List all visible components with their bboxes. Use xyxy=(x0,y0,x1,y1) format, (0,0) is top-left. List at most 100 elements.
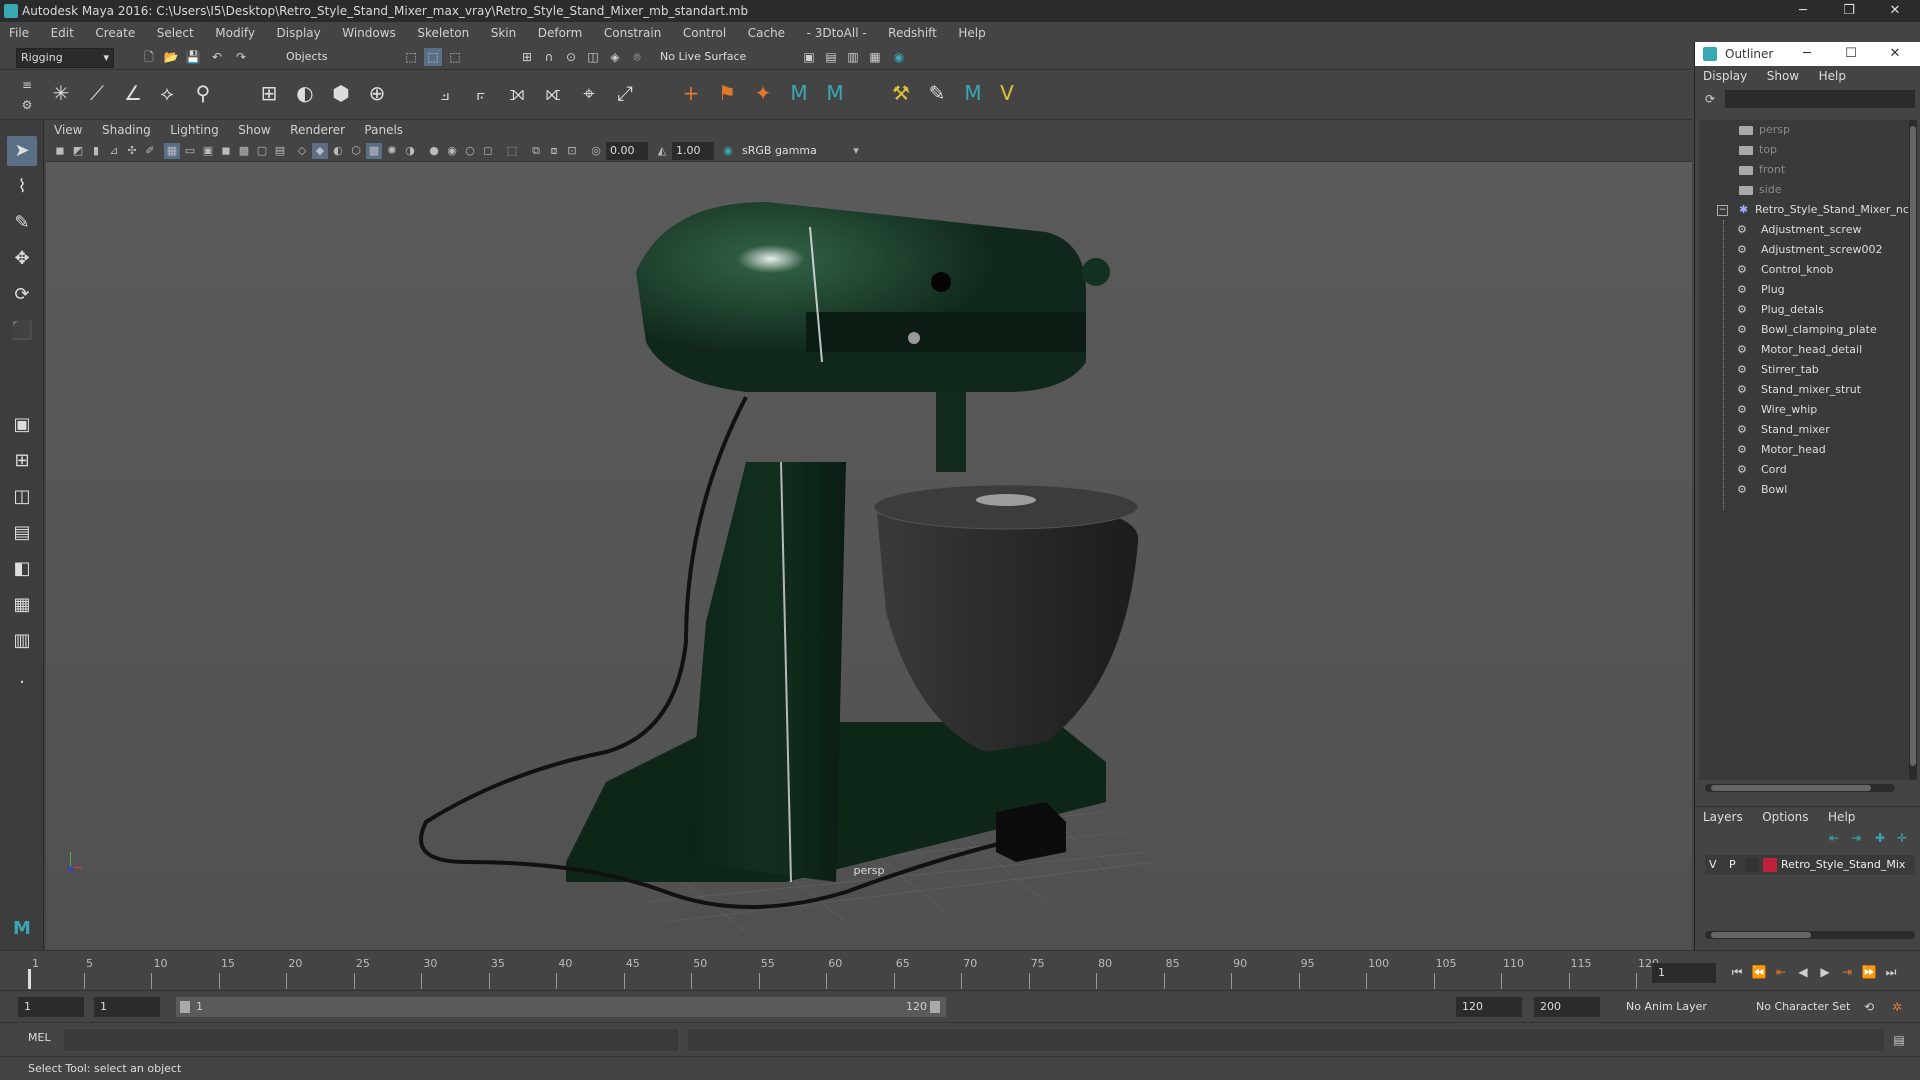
select-tool-icon[interactable]: ➤ xyxy=(7,136,37,166)
xray-joints-icon[interactable]: ⧈ xyxy=(546,143,562,159)
vp-menu-lighting[interactable]: Lighting xyxy=(162,120,227,140)
range-end-handle[interactable] xyxy=(930,1001,940,1013)
point-constraint-icon[interactable]: ⟓ xyxy=(430,78,460,108)
safe-action-icon[interactable]: ▢ xyxy=(254,143,270,159)
menu-help[interactable]: Help xyxy=(949,22,994,44)
move-layer-up-icon[interactable]: ⇤ xyxy=(1825,829,1843,847)
xray-icon[interactable]: ⧉ xyxy=(528,143,544,159)
maya-logo-tool-2-icon[interactable]: M xyxy=(820,78,850,108)
render-view-icon[interactable]: ▣ xyxy=(800,48,818,66)
maya-logo-tool-icon[interactable]: M xyxy=(784,78,814,108)
menu-modify[interactable]: Modify xyxy=(206,22,264,44)
redo-icon[interactable]: ↷ xyxy=(232,48,250,66)
grease-pencil-icon[interactable]: ✐ xyxy=(142,143,158,159)
outliner-item-adjustment-screw002[interactable]: ⚙ Adjustment_screw002 xyxy=(1699,240,1909,260)
menu-display[interactable]: Display xyxy=(268,22,330,44)
persp-outliner-view-icon[interactable]: ◧ xyxy=(7,554,37,584)
outliner-item-adjustment-screw[interactable]: ⚙ Adjustment_screw xyxy=(1699,220,1909,240)
scrollbar-thumb[interactable] xyxy=(1910,126,1916,766)
play-forward-icon[interactable]: ▶ xyxy=(1816,963,1834,981)
use-all-lights-icon[interactable]: ✺ xyxy=(384,143,400,159)
orient-constraint-icon[interactable]: ⟕ xyxy=(502,78,532,108)
bookmark-icon[interactable]: ▮ xyxy=(88,143,104,159)
menu-edit[interactable]: Edit xyxy=(42,22,83,44)
shadows-icon[interactable]: ◑ xyxy=(402,143,418,159)
step-forward-key-icon[interactable]: ⏩ xyxy=(1860,963,1878,981)
film-gate-icon[interactable]: ▭ xyxy=(182,143,198,159)
viewport-scene[interactable]: persp xyxy=(46,162,1692,950)
menu-file[interactable]: File xyxy=(0,22,38,44)
layer-name[interactable]: Retro_Style_Stand_Mix xyxy=(1781,855,1905,875)
menu-cache[interactable]: Cache xyxy=(739,22,794,44)
layer-color-swatch[interactable] xyxy=(1763,858,1777,872)
color-space-dropdown[interactable]: sRGB gamma xyxy=(738,142,846,160)
undo-icon[interactable]: ↶ xyxy=(208,48,226,66)
render-settings-icon[interactable]: ▦ xyxy=(866,48,884,66)
scrollbar-thumb[interactable] xyxy=(1711,932,1811,938)
scale-constraint-icon[interactable]: ⟖ xyxy=(538,78,568,108)
outliner-search-field[interactable] xyxy=(1725,90,1915,108)
outliner-item-plug[interactable]: ⚙ Plug xyxy=(1699,280,1909,300)
hypershade-icon[interactable]: ◉ xyxy=(890,48,908,66)
depth-of-field-icon[interactable]: ◻ xyxy=(480,143,496,159)
camera-attrs-icon[interactable]: ◩ xyxy=(70,143,86,159)
current-frame-field[interactable]: 1 xyxy=(1652,963,1716,983)
command-input[interactable] xyxy=(64,1029,678,1051)
ipr-render-icon[interactable]: ▥ xyxy=(844,48,862,66)
xray-components-icon[interactable]: ⊡ xyxy=(564,143,580,159)
outliner-group-row[interactable]: − ✱ Retro_Style_Stand_Mixer_ncl xyxy=(1699,200,1912,220)
wireframe-icon[interactable]: ◇ xyxy=(294,143,310,159)
v-tool-icon[interactable]: V xyxy=(992,78,1022,108)
restore-button[interactable]: ❐ xyxy=(1826,0,1872,22)
quick-rig-icon[interactable]: ⚒ xyxy=(886,78,916,108)
make-live-icon[interactable]: ⌾ xyxy=(628,48,646,66)
move-layer-down-icon[interactable]: ⇥ xyxy=(1847,829,1865,847)
menu-skin[interactable]: Skin xyxy=(482,22,526,44)
shelf-settings-icon[interactable]: ⚙ xyxy=(18,96,36,114)
step-forward-frame-icon[interactable]: ⇥ xyxy=(1838,963,1856,981)
outliner-item-motor-head[interactable]: ⚙ Motor_head xyxy=(1699,440,1909,460)
ik-spline-icon[interactable]: ∠ xyxy=(118,78,148,108)
play-backward-icon[interactable]: ◀ xyxy=(1794,963,1812,981)
ik-handle-icon[interactable]: ⟋ xyxy=(82,78,112,108)
anim-layer-dropdown[interactable]: No Anim Layer xyxy=(1620,997,1744,1017)
script-language-label[interactable]: MEL xyxy=(28,1031,51,1044)
parent-constraint-icon[interactable]: ⌖ xyxy=(574,78,604,108)
screen-space-ao-icon[interactable]: ● xyxy=(426,143,442,159)
gate-mask-icon[interactable]: ◼ xyxy=(218,143,234,159)
open-scene-icon[interactable]: 📂 xyxy=(162,48,180,66)
rig-tool-icon[interactable]: ✎ xyxy=(922,78,952,108)
vp-menu-show[interactable]: Show xyxy=(230,120,278,140)
textured-icon[interactable]: ▩ xyxy=(366,143,382,159)
aim-constraint-icon[interactable]: ⟔ xyxy=(466,78,496,108)
hik-character-icon[interactable]: ✦ xyxy=(748,78,778,108)
outliner-item-bowl[interactable]: ⚙ Bowl xyxy=(1699,480,1909,500)
grid-icon[interactable]: ▦ xyxy=(164,143,180,159)
render-current-icon[interactable]: ▤ xyxy=(822,48,840,66)
outliner-vertical-scrollbar[interactable] xyxy=(1909,120,1917,780)
insert-joint-icon[interactable]: ⟡ xyxy=(152,78,182,108)
preferences-icon[interactable]: ✲ xyxy=(1888,998,1906,1016)
vp-menu-view[interactable]: View xyxy=(46,120,90,140)
layer-row[interactable]: V P Retro_Style_Stand_Mix xyxy=(1705,855,1915,875)
snap-surface-icon[interactable]: ◈ xyxy=(606,48,624,66)
snap-point-icon[interactable]: ⊙ xyxy=(562,48,580,66)
lasso-tool-icon[interactable]: ⌇ xyxy=(7,172,37,202)
exposure-icon[interactable]: ◎ xyxy=(588,143,604,159)
layer-visibility-toggle[interactable]: V xyxy=(1709,855,1717,875)
layer-playback-toggle[interactable]: P xyxy=(1729,855,1736,875)
outliner-item-wire-whip[interactable]: ⚙ Wire_whip xyxy=(1699,400,1909,420)
outliner-minimize-button[interactable]: ─ xyxy=(1787,42,1827,66)
snap-view-plane-icon[interactable]: ◫ xyxy=(584,48,602,66)
menu-create[interactable]: Create xyxy=(86,22,144,44)
outliner-item-control-knob[interactable]: ⚙ Control_knob xyxy=(1699,260,1909,280)
go-to-start-icon[interactable]: ⏮ xyxy=(1728,963,1746,981)
image-plane-icon[interactable]: ⊿ xyxy=(106,143,122,159)
range-slider[interactable]: 1 120 xyxy=(176,997,946,1017)
new-layer-selected-icon[interactable]: ✛ xyxy=(1893,829,1911,847)
isolate-select-icon[interactable]: ⬚ xyxy=(504,143,520,159)
outliner-maximize-button[interactable]: ☐ xyxy=(1831,42,1871,66)
outliner-item-motor-head-detail[interactable]: ⚙ Motor_head_detail xyxy=(1699,340,1909,360)
range-start-handle[interactable] xyxy=(180,1001,190,1013)
default-material-icon[interactable]: ◐ xyxy=(330,143,346,159)
